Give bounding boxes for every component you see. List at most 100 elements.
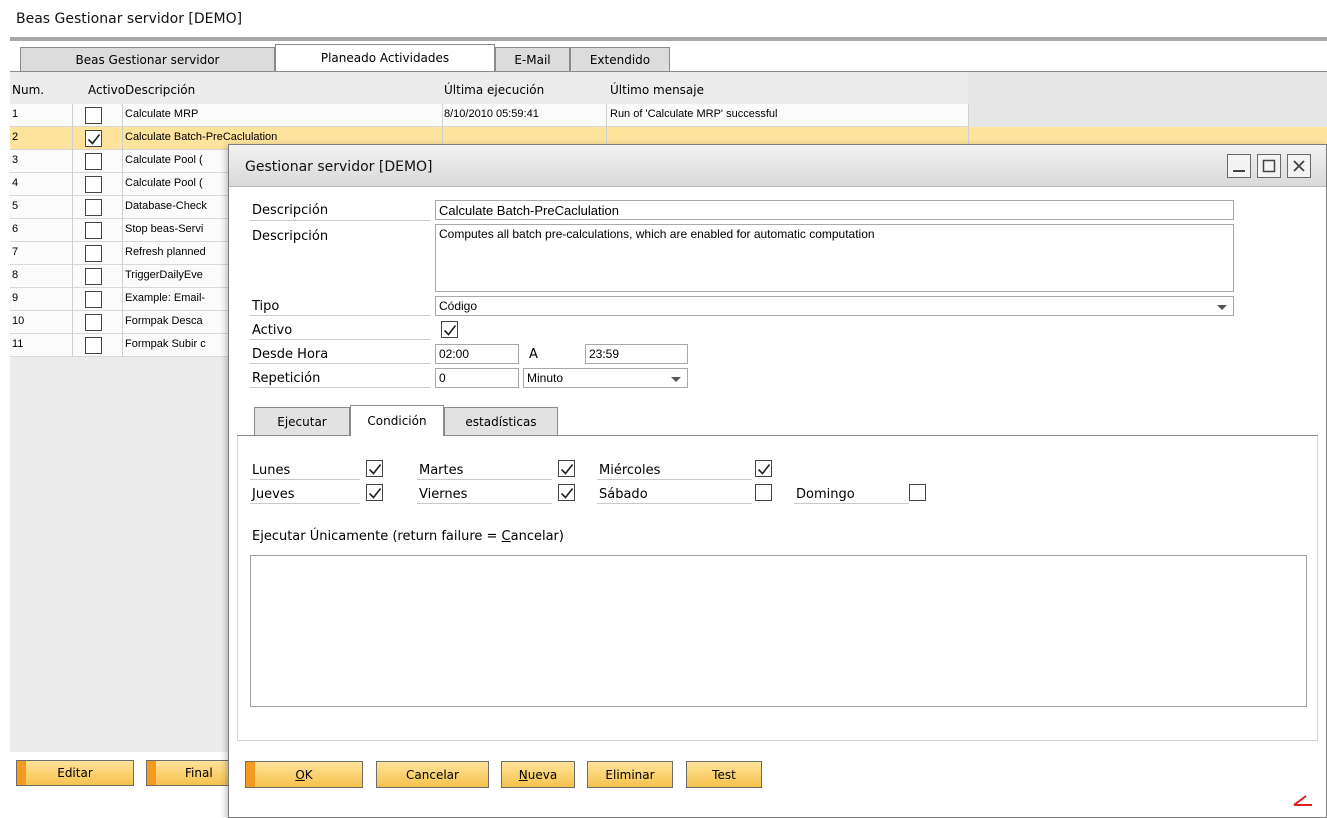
descripcion-input[interactable]: Calculate Batch-PreCaclulation bbox=[435, 200, 1234, 220]
column-separator bbox=[122, 196, 123, 219]
day-label-domingo: Domingo bbox=[796, 487, 855, 502]
test-button[interactable]: Test bbox=[686, 761, 762, 788]
row-active-checkbox[interactable] bbox=[85, 107, 102, 124]
tipo-select[interactable]: Código bbox=[435, 296, 1234, 316]
column-separator bbox=[122, 127, 123, 150]
day-label-miercoles: Miércoles bbox=[599, 463, 661, 478]
day-checkbox-jueves[interactable] bbox=[366, 484, 383, 501]
desde-hora-label: Desde Hora bbox=[252, 347, 329, 362]
tab-email[interactable]: E-Mail bbox=[495, 47, 570, 71]
nueva-button[interactable]: Nueva bbox=[501, 761, 575, 788]
row-last-message: Run of 'Calculate MRP' successful bbox=[610, 108, 778, 120]
tab-extendido[interactable]: Extendido bbox=[570, 47, 670, 71]
row-active-checkbox[interactable] bbox=[85, 337, 102, 354]
minimize-button[interactable] bbox=[1227, 154, 1251, 178]
tab-condicion[interactable]: Condición bbox=[350, 405, 444, 436]
ejecutar-unicamente-label: Ejecutar Únicamente (return failure = Ca… bbox=[252, 529, 564, 544]
ok-mnemonic: O bbox=[295, 767, 305, 782]
row-active-checkbox[interactable] bbox=[85, 176, 102, 193]
checkmark-icon bbox=[368, 463, 381, 475]
column-separator bbox=[72, 104, 73, 127]
column-separator bbox=[72, 150, 73, 173]
row-active-checkbox[interactable] bbox=[85, 291, 102, 308]
column-separator bbox=[606, 104, 607, 127]
label-underline bbox=[417, 503, 552, 504]
row-active-checkbox[interactable] bbox=[85, 153, 102, 170]
header-num[interactable]: Num. bbox=[12, 83, 44, 97]
label-underline bbox=[250, 363, 430, 364]
column-separator bbox=[72, 265, 73, 288]
day-checkbox-martes[interactable] bbox=[558, 460, 575, 477]
day-checkbox-lunes[interactable] bbox=[366, 460, 383, 477]
ejecutar-unicamente-text-end: ancelar) bbox=[510, 529, 564, 544]
chevron-down-icon bbox=[1217, 305, 1227, 310]
descripcion-textarea[interactable]: Computes all batch pre-calculations, whi… bbox=[435, 224, 1234, 292]
desde-hora-input[interactable]: 02:00 bbox=[435, 344, 519, 364]
repeticion-input[interactable]: 0 bbox=[435, 368, 519, 388]
activo-checkbox[interactable] bbox=[441, 321, 458, 338]
minimize-icon bbox=[1233, 170, 1245, 172]
row-number: 2 bbox=[12, 131, 19, 143]
close-button[interactable] bbox=[1287, 154, 1311, 178]
row-number: 8 bbox=[12, 269, 19, 281]
row-description: Calculate Batch-PreCaclulation bbox=[125, 131, 278, 143]
ok-button[interactable]: OK bbox=[245, 761, 363, 788]
column-separator bbox=[72, 173, 73, 196]
maximize-button[interactable] bbox=[1257, 154, 1281, 178]
day-checkbox-sabado[interactable] bbox=[755, 484, 772, 501]
dialog-title: Gestionar servidor [DEMO] bbox=[245, 159, 433, 175]
column-separator bbox=[122, 288, 123, 311]
hasta-hora-input[interactable]: 23:59 bbox=[585, 344, 688, 364]
header-ultimo-mensaje[interactable]: Último mensaje bbox=[610, 83, 704, 97]
column-separator bbox=[72, 242, 73, 265]
tab-beas-gestionar-servidor[interactable]: Beas Gestionar servidor bbox=[20, 47, 275, 71]
table-row[interactable]: 1 Calculate MRP 8/10/2010 05:59:41 Run of '… bbox=[10, 104, 969, 127]
checkmark-icon bbox=[87, 133, 100, 145]
label-underline bbox=[597, 479, 752, 480]
descripcion-label: Descripción bbox=[252, 203, 329, 218]
label-underline bbox=[417, 479, 552, 480]
day-label-jueves: Jueves bbox=[252, 487, 295, 502]
column-separator bbox=[72, 219, 73, 242]
eliminar-button[interactable]: Eliminar bbox=[587, 761, 673, 788]
column-separator bbox=[122, 334, 123, 357]
header-ultima-ejecucion[interactable]: Última ejecución bbox=[444, 83, 544, 97]
row-active-checkbox[interactable] bbox=[85, 130, 102, 147]
row-active-checkbox[interactable] bbox=[85, 245, 102, 262]
checkmark-icon bbox=[757, 463, 770, 475]
editar-button[interactable]: Editar bbox=[16, 760, 134, 786]
header-descripcion[interactable]: Descripción bbox=[125, 83, 195, 97]
header-activo[interactable]: Activo bbox=[88, 83, 125, 97]
resize-grip-icon[interactable] bbox=[1292, 793, 1314, 807]
row-active-checkbox[interactable] bbox=[85, 268, 102, 285]
dialog-titlebar[interactable]: Gestionar servidor [DEMO] bbox=[229, 145, 1326, 187]
tab-estadisticas[interactable]: estadísticas bbox=[444, 407, 558, 435]
label-underline bbox=[597, 503, 752, 504]
row-active-checkbox[interactable] bbox=[85, 222, 102, 239]
tab-planeado-actividades[interactable]: Planeado Actividades bbox=[275, 44, 495, 71]
tab-ejecutar[interactable]: Ejecutar bbox=[254, 407, 350, 435]
day-checkbox-domingo[interactable] bbox=[909, 484, 926, 501]
cancelar-button[interactable]: Cancelar bbox=[376, 761, 489, 788]
column-separator bbox=[122, 311, 123, 334]
descripcion-long-label: Descripción bbox=[252, 229, 329, 244]
label-underline bbox=[250, 315, 430, 316]
row-number: 9 bbox=[12, 292, 19, 304]
ejecutar-unicamente-textarea[interactable] bbox=[250, 555, 1307, 707]
ejecutar-unicamente-text: Ejecutar Únicamente (return failure = bbox=[252, 529, 502, 544]
column-separator bbox=[122, 265, 123, 288]
day-checkbox-miercoles[interactable] bbox=[755, 460, 772, 477]
row-active-checkbox[interactable] bbox=[85, 199, 102, 216]
row-number: 7 bbox=[12, 246, 19, 258]
ejecutar-unicamente-mnemonic: C bbox=[501, 529, 511, 544]
row-active-checkbox[interactable] bbox=[85, 314, 102, 331]
row-number: 1 bbox=[12, 108, 19, 120]
activo-label: Activo bbox=[252, 323, 293, 338]
day-label-lunes: Lunes bbox=[252, 463, 291, 478]
column-separator bbox=[72, 196, 73, 219]
repeticion-unit-select[interactable]: Minuto bbox=[523, 368, 688, 388]
row-number: 10 bbox=[12, 315, 25, 327]
day-checkbox-viernes[interactable] bbox=[558, 484, 575, 501]
nueva-mnemonic: N bbox=[518, 767, 528, 782]
row-number: 6 bbox=[12, 223, 19, 235]
